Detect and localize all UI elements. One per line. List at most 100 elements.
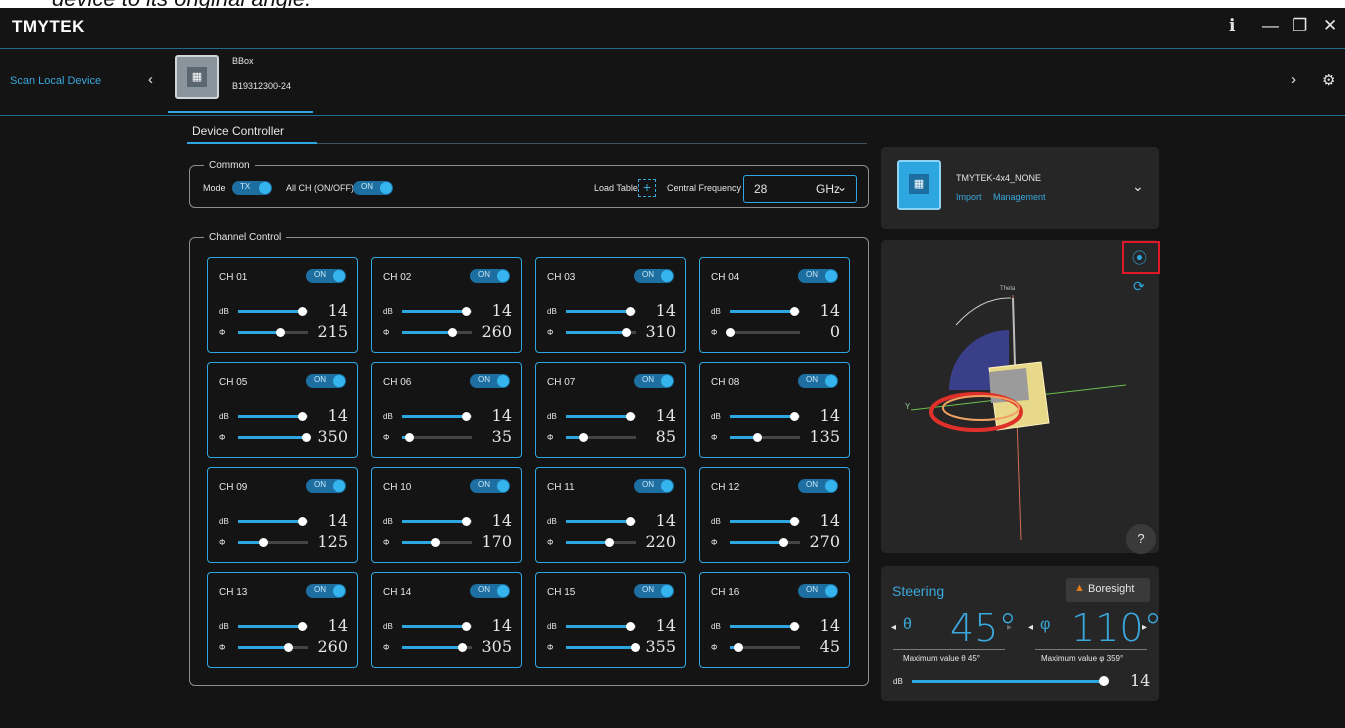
phase-slider-knob[interactable] — [578, 433, 588, 442]
db-slider[interactable] — [238, 307, 308, 316]
phase-slider-knob[interactable] — [752, 433, 762, 442]
help-button[interactable]: ? — [1126, 524, 1156, 554]
boresight-button[interactable]: ▲ Boresight — [1066, 578, 1150, 602]
theta-increase-arrow[interactable]: ▸ — [1007, 622, 1012, 633]
db-slider[interactable] — [238, 517, 308, 526]
db-slider-knob[interactable] — [790, 622, 800, 631]
channel-toggle[interactable]: ON — [634, 269, 674, 283]
tab-device-controller[interactable]: Device Controller — [192, 124, 284, 138]
channel-toggle[interactable]: ON — [470, 479, 510, 493]
phase-slider-knob[interactable] — [622, 328, 632, 337]
phase-slider[interactable] — [730, 643, 800, 652]
gear-icon[interactable]: ⚙ — [1322, 71, 1335, 89]
phase-slider[interactable] — [402, 433, 472, 442]
phase-slider-knob[interactable] — [726, 328, 735, 337]
phi-value[interactable]: 110° — [1071, 606, 1163, 650]
phase-slider[interactable] — [566, 538, 636, 547]
db-slider-knob[interactable] — [298, 517, 308, 526]
phase-slider[interactable] — [566, 643, 641, 652]
db-slider[interactable] — [730, 622, 800, 631]
info-icon[interactable]: ℹ — [1229, 16, 1235, 36]
db-slider-knob[interactable] — [298, 307, 308, 316]
steering-db-slider[interactable] — [912, 680, 1107, 683]
scan-local-device-link[interactable]: Scan Local Device — [10, 75, 101, 87]
phase-slider-knob[interactable] — [276, 328, 285, 337]
db-slider[interactable] — [566, 517, 636, 526]
db-slider-knob[interactable] — [462, 307, 472, 316]
db-slider-knob[interactable] — [790, 412, 800, 421]
camera-reset-icon[interactable]: ⦿ — [1122, 241, 1160, 274]
chevron-down-icon[interactable]: ⌄ — [1132, 178, 1144, 195]
db-slider-knob[interactable] — [790, 517, 800, 526]
channel-toggle[interactable]: ON — [798, 584, 838, 598]
phase-slider[interactable] — [238, 538, 308, 547]
chevron-left-icon[interactable]: ‹ — [148, 71, 153, 88]
db-slider-knob[interactable] — [790, 307, 800, 316]
chevron-right-icon[interactable]: › — [1291, 71, 1296, 88]
phi-decrease-arrow[interactable]: ◂ — [1028, 622, 1033, 633]
db-slider[interactable] — [730, 517, 800, 526]
load-table-icon[interactable]: + — [638, 179, 656, 197]
phase-slider[interactable] — [238, 433, 311, 442]
phase-slider-knob[interactable] — [778, 538, 788, 547]
phase-slider[interactable] — [402, 538, 472, 547]
db-slider-knob[interactable] — [298, 412, 308, 421]
db-slider-knob[interactable] — [626, 622, 636, 631]
db-slider-knob[interactable] — [298, 622, 308, 631]
db-slider[interactable] — [238, 412, 308, 421]
phase-slider-knob[interactable] — [734, 643, 744, 652]
channel-toggle[interactable]: ON — [470, 269, 510, 283]
channel-toggle[interactable]: ON — [798, 269, 838, 283]
minimize-icon[interactable]: — — [1262, 16, 1279, 36]
phase-slider-knob[interactable] — [258, 538, 268, 547]
db-slider[interactable] — [402, 622, 472, 631]
theta-decrease-arrow[interactable]: ◂ — [891, 622, 896, 633]
phase-slider[interactable] — [238, 643, 308, 652]
all-ch-toggle[interactable]: ON — [353, 181, 393, 195]
channel-toggle[interactable]: ON — [470, 374, 510, 388]
db-slider[interactable] — [566, 307, 636, 316]
db-slider[interactable] — [730, 307, 800, 316]
phase-slider[interactable] — [566, 328, 636, 337]
db-slider-knob[interactable] — [626, 412, 636, 421]
phi-increase-arrow[interactable]: ▸ — [1142, 622, 1147, 633]
channel-toggle[interactable]: ON — [306, 479, 346, 493]
db-slider-knob[interactable] — [626, 517, 636, 526]
db-slider[interactable] — [730, 412, 800, 421]
db-slider[interactable] — [402, 412, 472, 421]
channel-toggle[interactable]: ON — [634, 374, 674, 388]
device-thumbnail[interactable]: ▦ — [175, 55, 219, 99]
steering-db-knob[interactable] — [1099, 676, 1109, 686]
channel-toggle[interactable]: ON — [306, 269, 346, 283]
phase-slider[interactable] — [730, 433, 800, 442]
phase-slider-knob[interactable] — [631, 643, 641, 652]
phase-slider-knob[interactable] — [301, 433, 311, 442]
phase-slider-knob[interactable] — [457, 643, 467, 652]
mode-toggle[interactable]: TX — [232, 181, 272, 195]
channel-toggle[interactable]: ON — [798, 479, 838, 493]
db-slider[interactable] — [402, 307, 472, 316]
channel-toggle[interactable]: ON — [306, 584, 346, 598]
db-slider[interactable] — [566, 412, 636, 421]
channel-toggle[interactable]: ON — [634, 584, 674, 598]
db-slider[interactable] — [566, 622, 636, 631]
phase-slider-knob[interactable] — [430, 538, 440, 547]
management-link[interactable]: Management — [993, 192, 1046, 202]
phase-slider-knob[interactable] — [284, 643, 294, 652]
phase-slider-knob[interactable] — [405, 433, 414, 442]
phase-slider[interactable] — [726, 328, 800, 337]
rotate-icon[interactable]: ⟳ — [1133, 278, 1145, 295]
channel-toggle[interactable]: ON — [798, 374, 838, 388]
channel-toggle[interactable]: ON — [306, 374, 346, 388]
phase-slider-knob[interactable] — [604, 538, 614, 547]
channel-toggle[interactable]: ON — [470, 584, 510, 598]
phase-slider[interactable] — [730, 538, 800, 547]
phase-slider[interactable] — [402, 328, 472, 337]
db-slider[interactable] — [238, 622, 308, 631]
db-slider[interactable] — [402, 517, 472, 526]
close-icon[interactable]: ✕ — [1323, 16, 1337, 36]
frequency-select[interactable]: 28 GHz ⌄ — [743, 175, 857, 203]
phase-slider-knob[interactable] — [448, 328, 458, 337]
phase-slider[interactable] — [566, 433, 636, 442]
maximize-icon[interactable]: ❐ — [1292, 16, 1307, 36]
